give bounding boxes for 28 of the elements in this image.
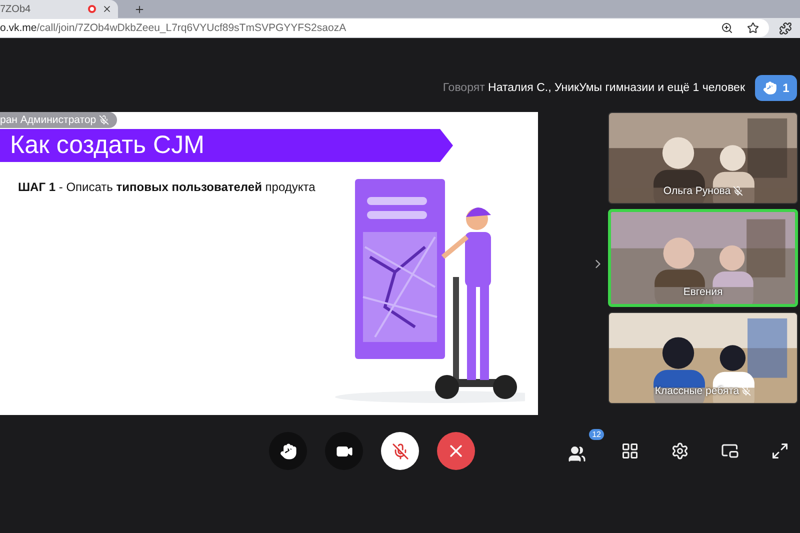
extensions-icon[interactable] [779, 22, 792, 34]
speakers-text: Говорят Наталия С., УникУмы гимназии и ещё 1 человек [442, 82, 745, 94]
count-badge: 12 [589, 429, 604, 440]
hand-icon [280, 442, 296, 460]
participants-button[interactable]: 12 [568, 429, 604, 463]
zoom-icon[interactable] [721, 22, 733, 34]
raised-hands-button[interactable]: 1 [755, 75, 797, 101]
camera-button[interactable] [325, 432, 363, 470]
bookmark-star-icon[interactable] [747, 22, 759, 34]
step-text: ШАГ 1 - Описать типовых пользователей продукта [18, 180, 316, 194]
browser-tab[interactable]: 7ZOb4 [0, 0, 118, 18]
raise-hand-button[interactable] [269, 432, 307, 470]
people-icon [568, 445, 586, 463]
microphone-button[interactable] [381, 432, 419, 470]
end-call-button[interactable] [437, 432, 475, 470]
video-tile[interactable]: Евгения [608, 209, 798, 307]
close-icon[interactable] [102, 4, 112, 14]
video-tile[interactable]: Ольга Рунова [608, 112, 798, 204]
slide-title: Как создать CJM [10, 131, 204, 160]
new-tab-icon[interactable] [134, 4, 145, 14]
participant-name: Евгения [682, 286, 724, 298]
mic-off-icon [392, 442, 408, 460]
participant-name: Ольга Рунова [609, 185, 797, 197]
presenter-label: ран Администратор [0, 112, 117, 128]
hand-icon [762, 81, 777, 95]
address-field[interactable]: o.vk.me/call/join/7ZOb4wDkbZeeu_L7rq6VYUcf89sTmSVPGYYFS2saozA [0, 19, 769, 37]
video-tile[interactable]: Классные ребята [608, 312, 798, 404]
participant-name: Классные ребята [609, 385, 797, 397]
